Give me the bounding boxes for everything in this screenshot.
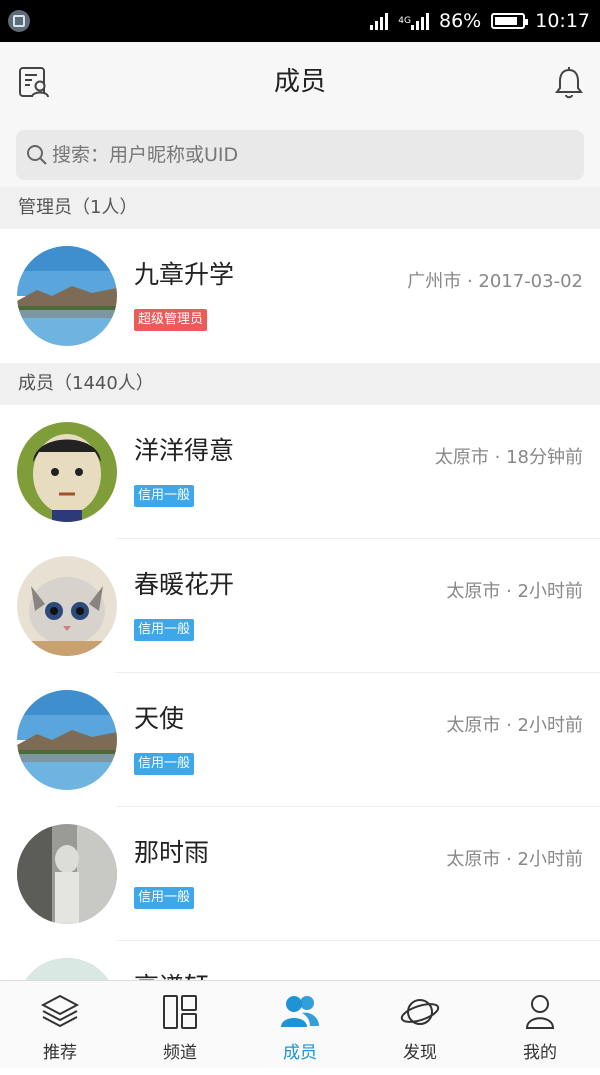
signal-icon <box>370 12 389 30</box>
credit-badge: 信用一般 <box>134 753 195 775</box>
member-meta: 太原市 · 18分钟前 <box>434 447 583 468</box>
tab-label: 我的 <box>523 1043 557 1063</box>
bell-icon[interactable] <box>554 66 584 100</box>
member-row[interactable]: 洋洋得意 太原市 · 18分钟前 信用一般 <box>0 405 600 539</box>
credit-badge: 信用一般 <box>134 887 195 909</box>
layers-icon <box>40 994 80 1028</box>
section-header-members: 成员（1440人） <box>0 363 600 405</box>
app-notification-icon <box>8 10 30 32</box>
page-title: 成员 <box>273 67 326 97</box>
avatar <box>17 556 117 656</box>
user-icon <box>525 995 555 1029</box>
credit-badge: 信用一般 <box>134 485 195 507</box>
tab-label: 发现 <box>403 1043 437 1063</box>
member-row[interactable]: 那时雨 太原市 · 2小时前 信用一般 <box>0 807 600 941</box>
tab-me[interactable]: 我的 <box>480 981 600 1068</box>
credit-badge: 信用一般 <box>134 619 195 641</box>
member-meta: 广州市 · 2017-03-02 <box>407 271 583 292</box>
avatar <box>17 422 117 522</box>
grid-icon <box>163 995 197 1029</box>
tab-discover[interactable]: 发现 <box>360 981 480 1068</box>
signal-icon-2 <box>411 12 429 30</box>
app-header: 成员 <box>0 42 600 122</box>
member-row[interactable]: 九章升学 广州市 · 2017-03-02 超级管理员 <box>0 229 600 363</box>
member-meta: 太原市 · 2小时前 <box>446 581 583 602</box>
member-row[interactable]: 春暖花开 太原市 · 2小时前 信用一般 <box>0 539 600 673</box>
tab-label: 频道 <box>163 1043 197 1063</box>
member-meta: 太原市 · 2小时前 <box>446 849 583 870</box>
search-box[interactable] <box>16 130 584 180</box>
battery-percent: 86% <box>439 10 482 32</box>
tab-label: 成员 <box>283 1043 317 1063</box>
member-meta: 太原市 · 2小时前 <box>446 715 583 736</box>
member-name: 天使 <box>134 704 185 733</box>
member-name: 那时雨 <box>134 838 210 867</box>
tab-members[interactable]: 成员 <box>240 981 360 1068</box>
avatar <box>17 246 117 346</box>
avatar <box>17 824 117 924</box>
status-bar: 4G 86% 10:17 <box>0 0 600 42</box>
clock: 10:17 <box>535 10 590 32</box>
tab-channels[interactable]: 频道 <box>120 981 240 1068</box>
members-icon <box>281 996 319 1027</box>
member-row[interactable]: 天使 太原市 · 2小时前 信用一般 <box>0 673 600 807</box>
avatar <box>17 690 117 790</box>
bottom-tab-bar: 推荐 频道 成员 发现 我的 <box>0 980 600 1068</box>
search-bar-container <box>0 122 600 186</box>
network-type: 4G <box>398 15 411 26</box>
role-badge: 超级管理员 <box>134 309 208 331</box>
member-name: 洋洋得意 <box>134 436 235 465</box>
battery-icon <box>491 13 529 29</box>
member-name: 九章升学 <box>134 260 235 289</box>
section-header-admins: 管理员（1人） <box>0 187 600 229</box>
tab-recommend[interactable]: 推荐 <box>0 981 120 1068</box>
search-icon <box>27 145 47 165</box>
search-input[interactable] <box>52 144 552 166</box>
tab-label: 推荐 <box>43 1043 77 1063</box>
planet-icon <box>400 999 440 1025</box>
member-name: 春暖花开 <box>134 570 235 599</box>
